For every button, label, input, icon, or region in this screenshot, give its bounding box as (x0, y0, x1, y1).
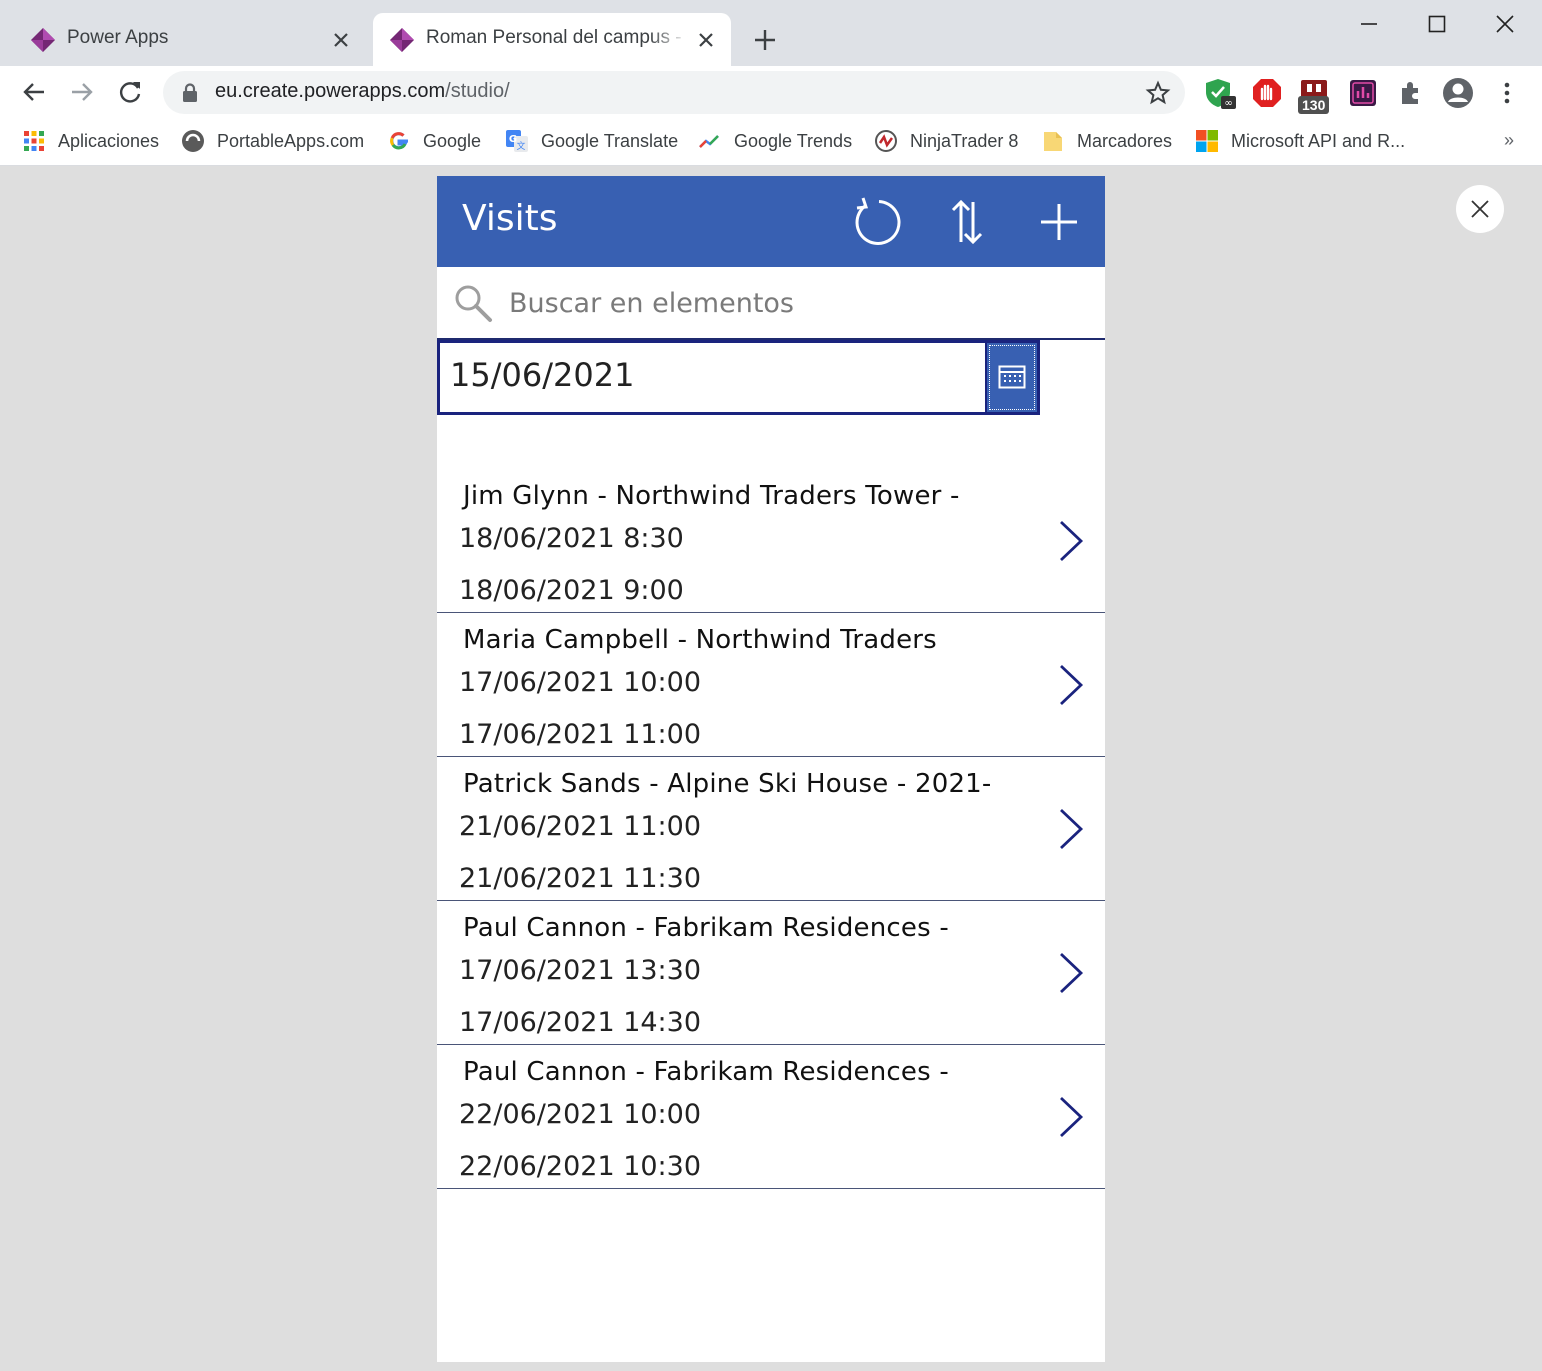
google-icon (390, 132, 408, 150)
bookmark-google-translate[interactable]: G 文 Google Translate (505, 128, 678, 154)
bookmark-aplicaciones[interactable]: Aplicaciones (22, 128, 159, 154)
bookmark-marcadores[interactable]: Marcadores (1041, 128, 1172, 154)
sort-icon[interactable] (941, 196, 993, 248)
ninjatrader-icon (875, 130, 897, 152)
item-title: Paul Cannon - Fabrikam Residences - (463, 1057, 949, 1087)
microsoft-icon (1196, 130, 1218, 152)
bookmark-microsoft-api[interactable]: Microsoft API and R... (1195, 128, 1405, 154)
url-path: /studio/ (445, 80, 510, 102)
search-row (437, 267, 1105, 340)
extension-badge: 130 (1298, 96, 1330, 114)
tab-title: Roman Personal del campus - Gu (426, 27, 688, 48)
app-header: Visits (437, 176, 1105, 267)
bookmarks-overflow-button[interactable]: » (1504, 130, 1514, 151)
google-translate-icon: G 文 (506, 130, 528, 152)
power-apps-icon (31, 28, 55, 52)
address-bar[interactable]: eu.create.powerapps.com/studio/ (163, 71, 1185, 114)
browser-menu-icon[interactable] (1490, 76, 1524, 110)
analytics-extension-icon[interactable] (1346, 76, 1380, 110)
window-close-icon[interactable] (1493, 12, 1517, 36)
list-item[interactable]: Paul Cannon - Fabrikam Residences - 22/0… (437, 1045, 1105, 1189)
item-title: Patrick Sands - Alpine Ski House - 2021- (463, 769, 992, 799)
refresh-icon[interactable] (849, 196, 901, 248)
item-start-time: 22/06/2021 10:00 (459, 1099, 702, 1130)
maximize-icon[interactable] (1425, 12, 1449, 36)
apps-grid-icon (24, 131, 44, 151)
close-icon[interactable] (330, 29, 352, 51)
bookmark-label: Aplicaciones (58, 130, 160, 151)
reload-icon[interactable] (116, 78, 144, 106)
folder-icon (1044, 132, 1062, 151)
item-start-time: 18/06/2021 8:30 (459, 523, 684, 554)
portableapps-icon (182, 130, 204, 152)
extensions-puzzle-icon[interactable] (1394, 76, 1428, 110)
item-end-time: 17/06/2021 14:30 (459, 1007, 702, 1038)
close-icon[interactable] (695, 29, 717, 51)
item-title: Maria Campbell - Northwind Traders (463, 625, 937, 655)
url-text[interactable]: eu.create.powerapps.com/studio/ (215, 80, 510, 103)
url-host: eu.create.powerapps.com (215, 80, 446, 102)
bookmark-label: Google Trends (734, 130, 853, 151)
bookmark-label: Google Translate (541, 130, 679, 151)
bookmark-label: Marcadores (1077, 130, 1173, 151)
forward-arrow-icon[interactable] (68, 78, 96, 106)
list-item[interactable]: Paul Cannon - Fabrikam Residences - 17/0… (437, 901, 1105, 1045)
tab-title: Power Apps (67, 27, 169, 48)
app-screen: Visits 15/06/2021 (437, 176, 1105, 1362)
visits-gallery: Jim Glynn - Northwind Traders Tower - 18… (437, 469, 1105, 1189)
bookmark-google[interactable]: Google (387, 128, 481, 154)
tab-power-apps[interactable]: Power Apps (14, 13, 366, 66)
bookmark-label: Microsoft API and R... (1231, 130, 1406, 151)
item-start-time: 17/06/2021 10:00 (459, 667, 702, 698)
list-item[interactable]: Patrick Sands - Alpine Ski House - 2021-… (437, 757, 1105, 901)
calendar-button[interactable] (985, 343, 1037, 412)
item-end-time: 22/06/2021 10:30 (459, 1151, 702, 1182)
search-input[interactable] (509, 280, 1069, 326)
item-start-time: 21/06/2021 11:00 (459, 811, 702, 842)
profile-avatar-icon[interactable] (1441, 76, 1475, 110)
calendar-icon (998, 365, 1026, 389)
date-value[interactable]: 15/06/2021 (450, 356, 634, 394)
close-preview-button[interactable] (1456, 185, 1504, 233)
add-icon[interactable] (1033, 196, 1085, 248)
bookmark-portableapps[interactable]: PortableApps.com (181, 128, 364, 154)
tab-roman-personal[interactable]: Roman Personal del campus - Gu (373, 13, 731, 66)
bookmark-label: Google (423, 130, 482, 151)
power-apps-icon (390, 28, 414, 52)
bookmark-star-icon[interactable] (1145, 80, 1171, 106)
item-end-time: 18/06/2021 9:00 (459, 575, 684, 606)
bookmark-ninjatrader[interactable]: NinjaTrader 8 (874, 128, 1018, 154)
list-item[interactable]: Maria Campbell - Northwind Traders 17/06… (437, 613, 1105, 757)
lock-icon[interactable] (181, 83, 199, 103)
chevron-right-icon[interactable] (1055, 807, 1085, 851)
date-picker[interactable]: 15/06/2021 (437, 340, 1040, 415)
page-title: Visits (462, 198, 558, 239)
item-title: Jim Glynn - Northwind Traders Tower - (463, 481, 960, 511)
new-tab-icon[interactable] (752, 27, 778, 53)
svg-text:文: 文 (516, 140, 525, 152)
item-end-time: 17/06/2021 11:00 (459, 719, 702, 750)
chevron-right-icon[interactable] (1055, 663, 1085, 707)
bookmarks-bar: Aplicaciones PortableApps.com Google G 文… (0, 118, 1542, 166)
bookmark-label: PortableApps.com (217, 130, 365, 151)
chevron-right-icon[interactable] (1055, 519, 1085, 563)
bookmark-google-trends[interactable]: Google Trends (698, 128, 852, 154)
minimize-icon[interactable] (1357, 12, 1381, 36)
adblock-icon[interactable] (1250, 76, 1284, 110)
item-start-time: 17/06/2021 13:30 (459, 955, 702, 986)
item-end-time: 21/06/2021 11:30 (459, 863, 702, 894)
close-icon (1471, 200, 1489, 218)
back-arrow-icon[interactable] (20, 78, 48, 106)
svg-text:∞: ∞ (1224, 98, 1232, 109)
google-trends-icon (699, 135, 719, 148)
shield-extension-icon[interactable]: ∞ (1203, 76, 1237, 110)
chevron-right-icon[interactable] (1055, 951, 1085, 995)
list-item[interactable]: Jim Glynn - Northwind Traders Tower - 18… (437, 469, 1105, 613)
search-icon (455, 285, 492, 322)
chevron-right-icon[interactable] (1055, 1095, 1085, 1139)
bookmark-label: NinjaTrader 8 (910, 130, 1019, 151)
browser-tabstrip: Power Apps Roman Personal del campus - G… (0, 0, 1542, 66)
item-title: Paul Cannon - Fabrikam Residences - (463, 913, 949, 943)
